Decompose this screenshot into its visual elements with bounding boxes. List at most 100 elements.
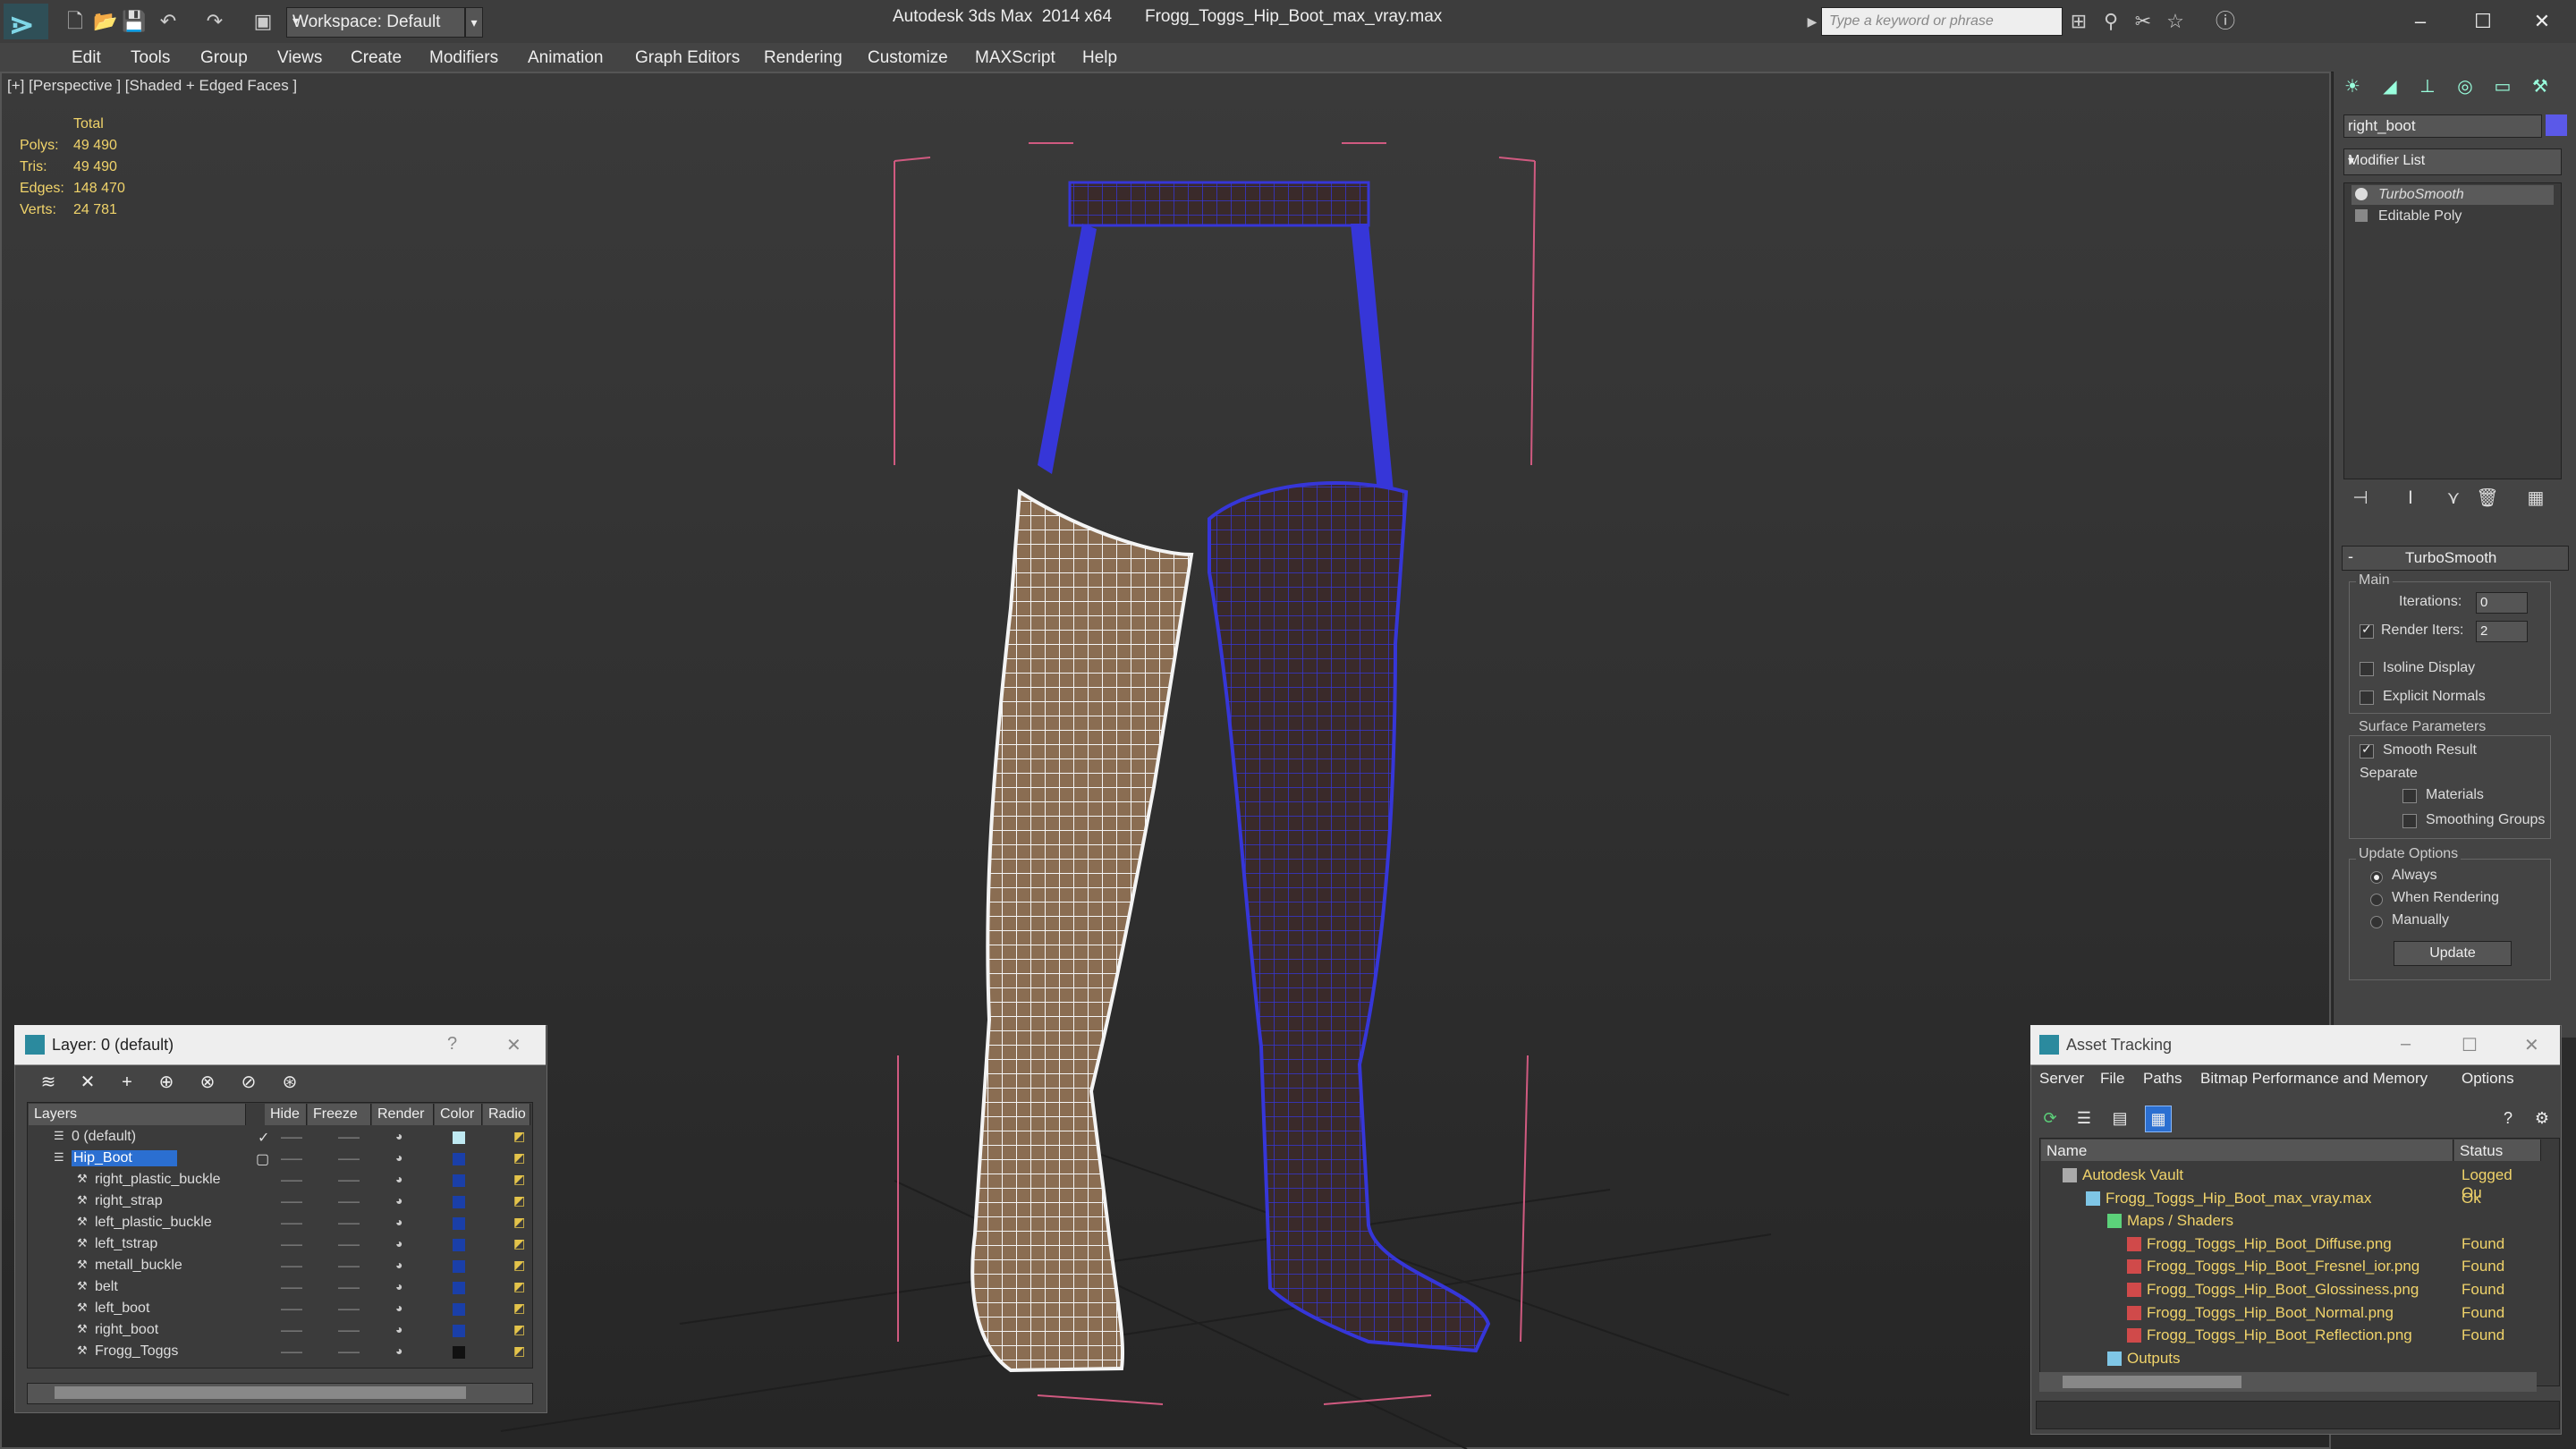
delete-layer-icon[interactable]: ✕ <box>75 1070 100 1095</box>
toggle-dash[interactable]: —— <box>338 1131 360 1143</box>
radiosity-icon[interactable]: ◩ <box>513 1301 525 1316</box>
menu-tools[interactable]: Tools <box>131 48 170 68</box>
column-name[interactable]: Name <box>2041 1140 2453 1161</box>
always-radio[interactable] <box>2370 871 2383 884</box>
render-iters-spinner[interactable]: 2 <box>2476 621 2528 642</box>
expand-plus-icon[interactable] <box>2355 209 2368 222</box>
layer-horizontal-scrollbar[interactable] <box>27 1383 533 1404</box>
radiosity-icon[interactable]: ◩ <box>513 1215 525 1230</box>
table-row[interactable]: Frogg_Toggs_Hip_Boot_Glossiness.png Found <box>0 1279 2504 1301</box>
menu-modifiers[interactable]: Modifiers <box>429 48 498 68</box>
layer-dialog-titlebar[interactable]: Layer: 0 (default) ? ✕ <box>14 1025 546 1065</box>
minimize-icon[interactable]: – <box>2401 1034 2411 1055</box>
teapot-render-icon[interactable]: ◕ <box>395 1150 402 1165</box>
asset-horizontal-scrollbar[interactable] <box>2039 1372 2537 1392</box>
modifier-list-dropdown[interactable]: Modifier List ▾ <box>2343 148 2562 175</box>
open-file-icon[interactable]: 📂 <box>93 11 117 32</box>
list-view-icon[interactable]: ☰ <box>2072 1106 2097 1131</box>
radiosity-icon[interactable]: ◩ <box>513 1322 525 1337</box>
undo-icon[interactable]: ↶ <box>157 11 179 32</box>
table-row[interactable]: Frogg_Toggs_Hip_Boot_Reflection.png Found <box>0 1325 2504 1346</box>
turbosmooth-rollout-header[interactable]: - TurboSmooth <box>2342 546 2569 571</box>
asset-menu-bitmap-performance[interactable]: Bitmap Performance and Memory <box>2200 1070 2428 1088</box>
search-input[interactable]: Type a keyword or phrase <box>1821 7 2063 36</box>
when-rendering-radio[interactable] <box>2370 894 2383 906</box>
project-folder-icon[interactable]: ▣ <box>252 11 274 32</box>
table-row[interactable]: Frogg_Toggs_Hip_Boot_Fresnel_ior.png Foun… <box>0 1256 2504 1277</box>
select-objects-icon[interactable]: ⊗ <box>195 1070 220 1095</box>
remove-modifier-icon[interactable]: 🗑 <box>2474 485 2501 512</box>
stack-item-turbosmooth[interactable]: TurboSmooth <box>2351 185 2554 205</box>
column-render[interactable]: Render <box>372 1104 434 1125</box>
expand-arrow-icon[interactable]: ▶ <box>1801 11 1823 32</box>
motion-tab-icon[interactable]: ◎ <box>2451 75 2479 102</box>
menu-maxscript[interactable]: MAXScript <box>975 48 1055 68</box>
smoothing-groups-checkbox[interactable] <box>2402 814 2417 828</box>
column-status[interactable]: Status <box>2454 1140 2541 1161</box>
configure-sets-icon[interactable]: ▦ <box>2522 485 2549 512</box>
new-file-icon[interactable]: 🗋 <box>64 11 86 32</box>
smooth-result-checkbox[interactable] <box>2360 741 2374 758</box>
workspace-dropdown[interactable]: Workspace: Default ▾ <box>286 7 465 38</box>
table-row[interactable]: 0 (default) ☰ —— —— ◕ ◩ ✓ <box>29 1127 530 1148</box>
radiosity-icon[interactable]: ◩ <box>513 1129 525 1144</box>
menu-help[interactable]: Help <box>1082 48 1117 68</box>
create-layer-icon[interactable]: + <box>114 1070 140 1095</box>
toggle-dash[interactable]: —— <box>338 1152 360 1165</box>
help-icon[interactable]: ? <box>447 1034 457 1055</box>
refresh-icon[interactable]: ⟳ <box>2038 1106 2063 1131</box>
menu-create[interactable]: Create <box>351 48 402 68</box>
column-layers[interactable]: Layers <box>29 1104 246 1125</box>
menu-group[interactable]: Group <box>200 48 248 68</box>
toggle-dash[interactable]: —— <box>281 1152 302 1165</box>
communication-icon[interactable]: ✂ <box>2132 11 2154 32</box>
right-strap-mesh[interactable] <box>1351 224 1394 492</box>
column-color[interactable]: Color <box>435 1104 482 1125</box>
help-icon[interactable]: ? <box>2496 1106 2521 1131</box>
table-row[interactable]: Autodesk Vault Logged Ou <box>0 1165 2512 1201</box>
teapot-render-icon[interactable]: ◕ <box>395 1129 402 1143</box>
radiosity-icon[interactable]: ◩ <box>513 1279 525 1294</box>
table-row[interactable]: Maps / Shaders <box>0 1210 2233 1232</box>
close-icon[interactable]: ✕ <box>2524 1034 2539 1056</box>
table-row[interactable]: Frogg_Toggs_Hip_Boot_Normal.png Found <box>0 1302 2504 1324</box>
show-end-result-icon[interactable]: Ⅰ <box>2397 485 2424 512</box>
layer-color-swatch[interactable] <box>453 1131 465 1144</box>
menu-rendering[interactable]: Rendering <box>764 48 843 68</box>
asset-tracking-titlebar[interactable]: Asset Tracking – ☐ ✕ <box>2030 1025 2560 1065</box>
left-strap-mesh[interactable] <box>1038 224 1097 474</box>
menu-animation[interactable]: Animation <box>528 48 604 68</box>
asset-path-field[interactable] <box>2036 1401 2560 1429</box>
stack-item-editable-poly[interactable]: Editable Poly <box>2351 207 2554 226</box>
utilities-tab-icon[interactable]: ⚒ <box>2526 75 2555 102</box>
menu-graph-editors[interactable]: Graph Editors <box>635 48 740 68</box>
radiosity-icon[interactable]: ◩ <box>513 1236 525 1251</box>
render-iters-checkbox[interactable] <box>2360 622 2374 639</box>
toggle-dash[interactable]: —— <box>281 1131 302 1143</box>
iterations-spinner[interactable]: 0 <box>2476 592 2528 614</box>
minimize-icon[interactable]: – <box>2394 5 2447 38</box>
radiosity-icon[interactable]: ◩ <box>513 1193 525 1208</box>
settings-icon[interactable]: ⚙ <box>2529 1106 2555 1131</box>
asset-menu-file[interactable]: File <box>2100 1070 2124 1088</box>
column-freeze[interactable]: Freeze <box>308 1104 371 1125</box>
thumbnail-view-icon[interactable]: ▤ <box>2107 1106 2132 1131</box>
hide-unhide-icon[interactable]: ⊛ <box>277 1070 302 1095</box>
menu-customize[interactable]: Customize <box>868 48 948 68</box>
table-row[interactable]: Outputs <box>0 1348 2181 1369</box>
column-hide[interactable]: Hide <box>265 1104 307 1125</box>
display-tab-icon[interactable]: ▭ <box>2488 75 2517 102</box>
update-button[interactable]: Update <box>2394 941 2512 966</box>
make-unique-icon[interactable]: ⋎ <box>2440 485 2467 512</box>
hierarchy-tab-icon[interactable]: ⊥ <box>2413 75 2442 102</box>
radiosity-icon[interactable]: ◩ <box>513 1258 525 1273</box>
scrollbar-thumb[interactable] <box>55 1386 466 1399</box>
object-name-field[interactable]: right_boot <box>2343 114 2542 138</box>
radiosity-icon[interactable]: ◩ <box>513 1172 525 1187</box>
manually-radio[interactable] <box>2370 916 2383 928</box>
scrollbar-thumb[interactable] <box>2063 1376 2241 1388</box>
table-view-icon[interactable]: ▦ <box>2145 1106 2172 1132</box>
right-boot-mesh[interactable] <box>1208 481 1491 1353</box>
materials-checkbox[interactable] <box>2402 789 2417 803</box>
add-selection-icon[interactable]: ⊕ <box>154 1070 179 1095</box>
